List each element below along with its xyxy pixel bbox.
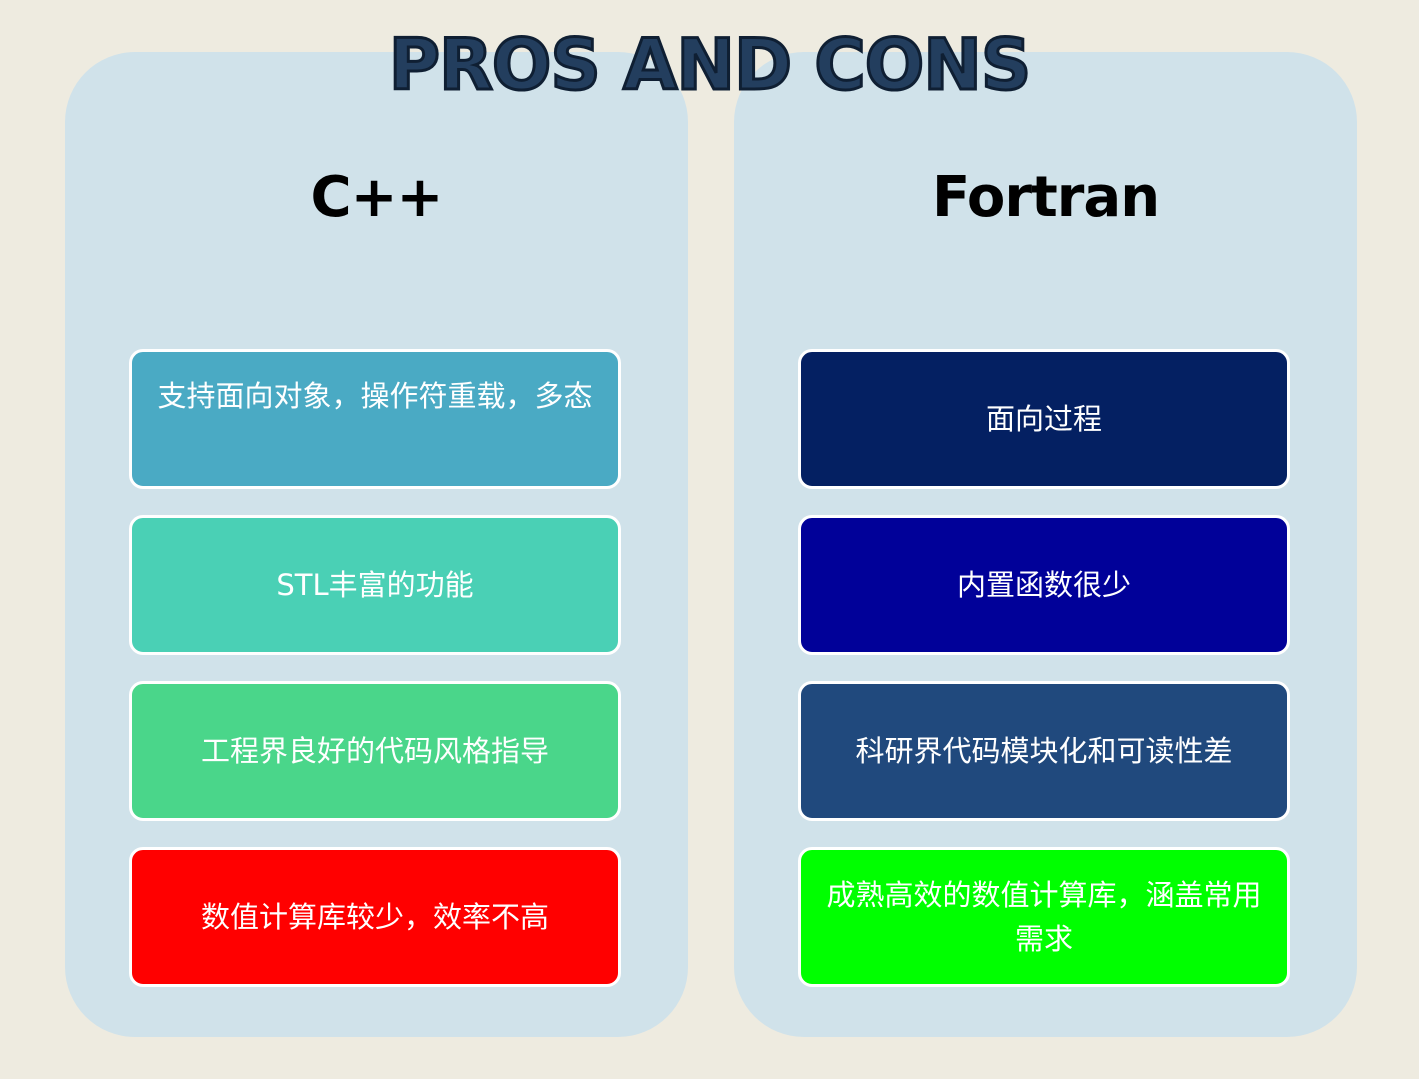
fortran-column-title: Fortran (931, 165, 1160, 230)
fortran-item-procedural: 面向过程 (798, 349, 1290, 489)
fortran-item-builtin-functions: 内置函数很少 (798, 515, 1290, 655)
fortran-item-modularity: 科研界代码模块化和可读性差 (798, 681, 1290, 821)
cpp-item-numeric-libs: 数值计算库较少，效率不高 (129, 847, 621, 987)
cpp-column-title: C++ (310, 165, 444, 230)
main-title: PROS AND CONS (387, 23, 1033, 108)
cpp-item-style-guide: 工程界良好的代码风格指导 (129, 681, 621, 821)
fortran-item-numeric-libs: 成熟高效的数值计算库，涵盖常用需求 (798, 847, 1290, 987)
cpp-item-stl: STL丰富的功能 (129, 515, 621, 655)
cpp-item-oop: 支持面向对象，操作符重载，多态 (129, 349, 621, 489)
